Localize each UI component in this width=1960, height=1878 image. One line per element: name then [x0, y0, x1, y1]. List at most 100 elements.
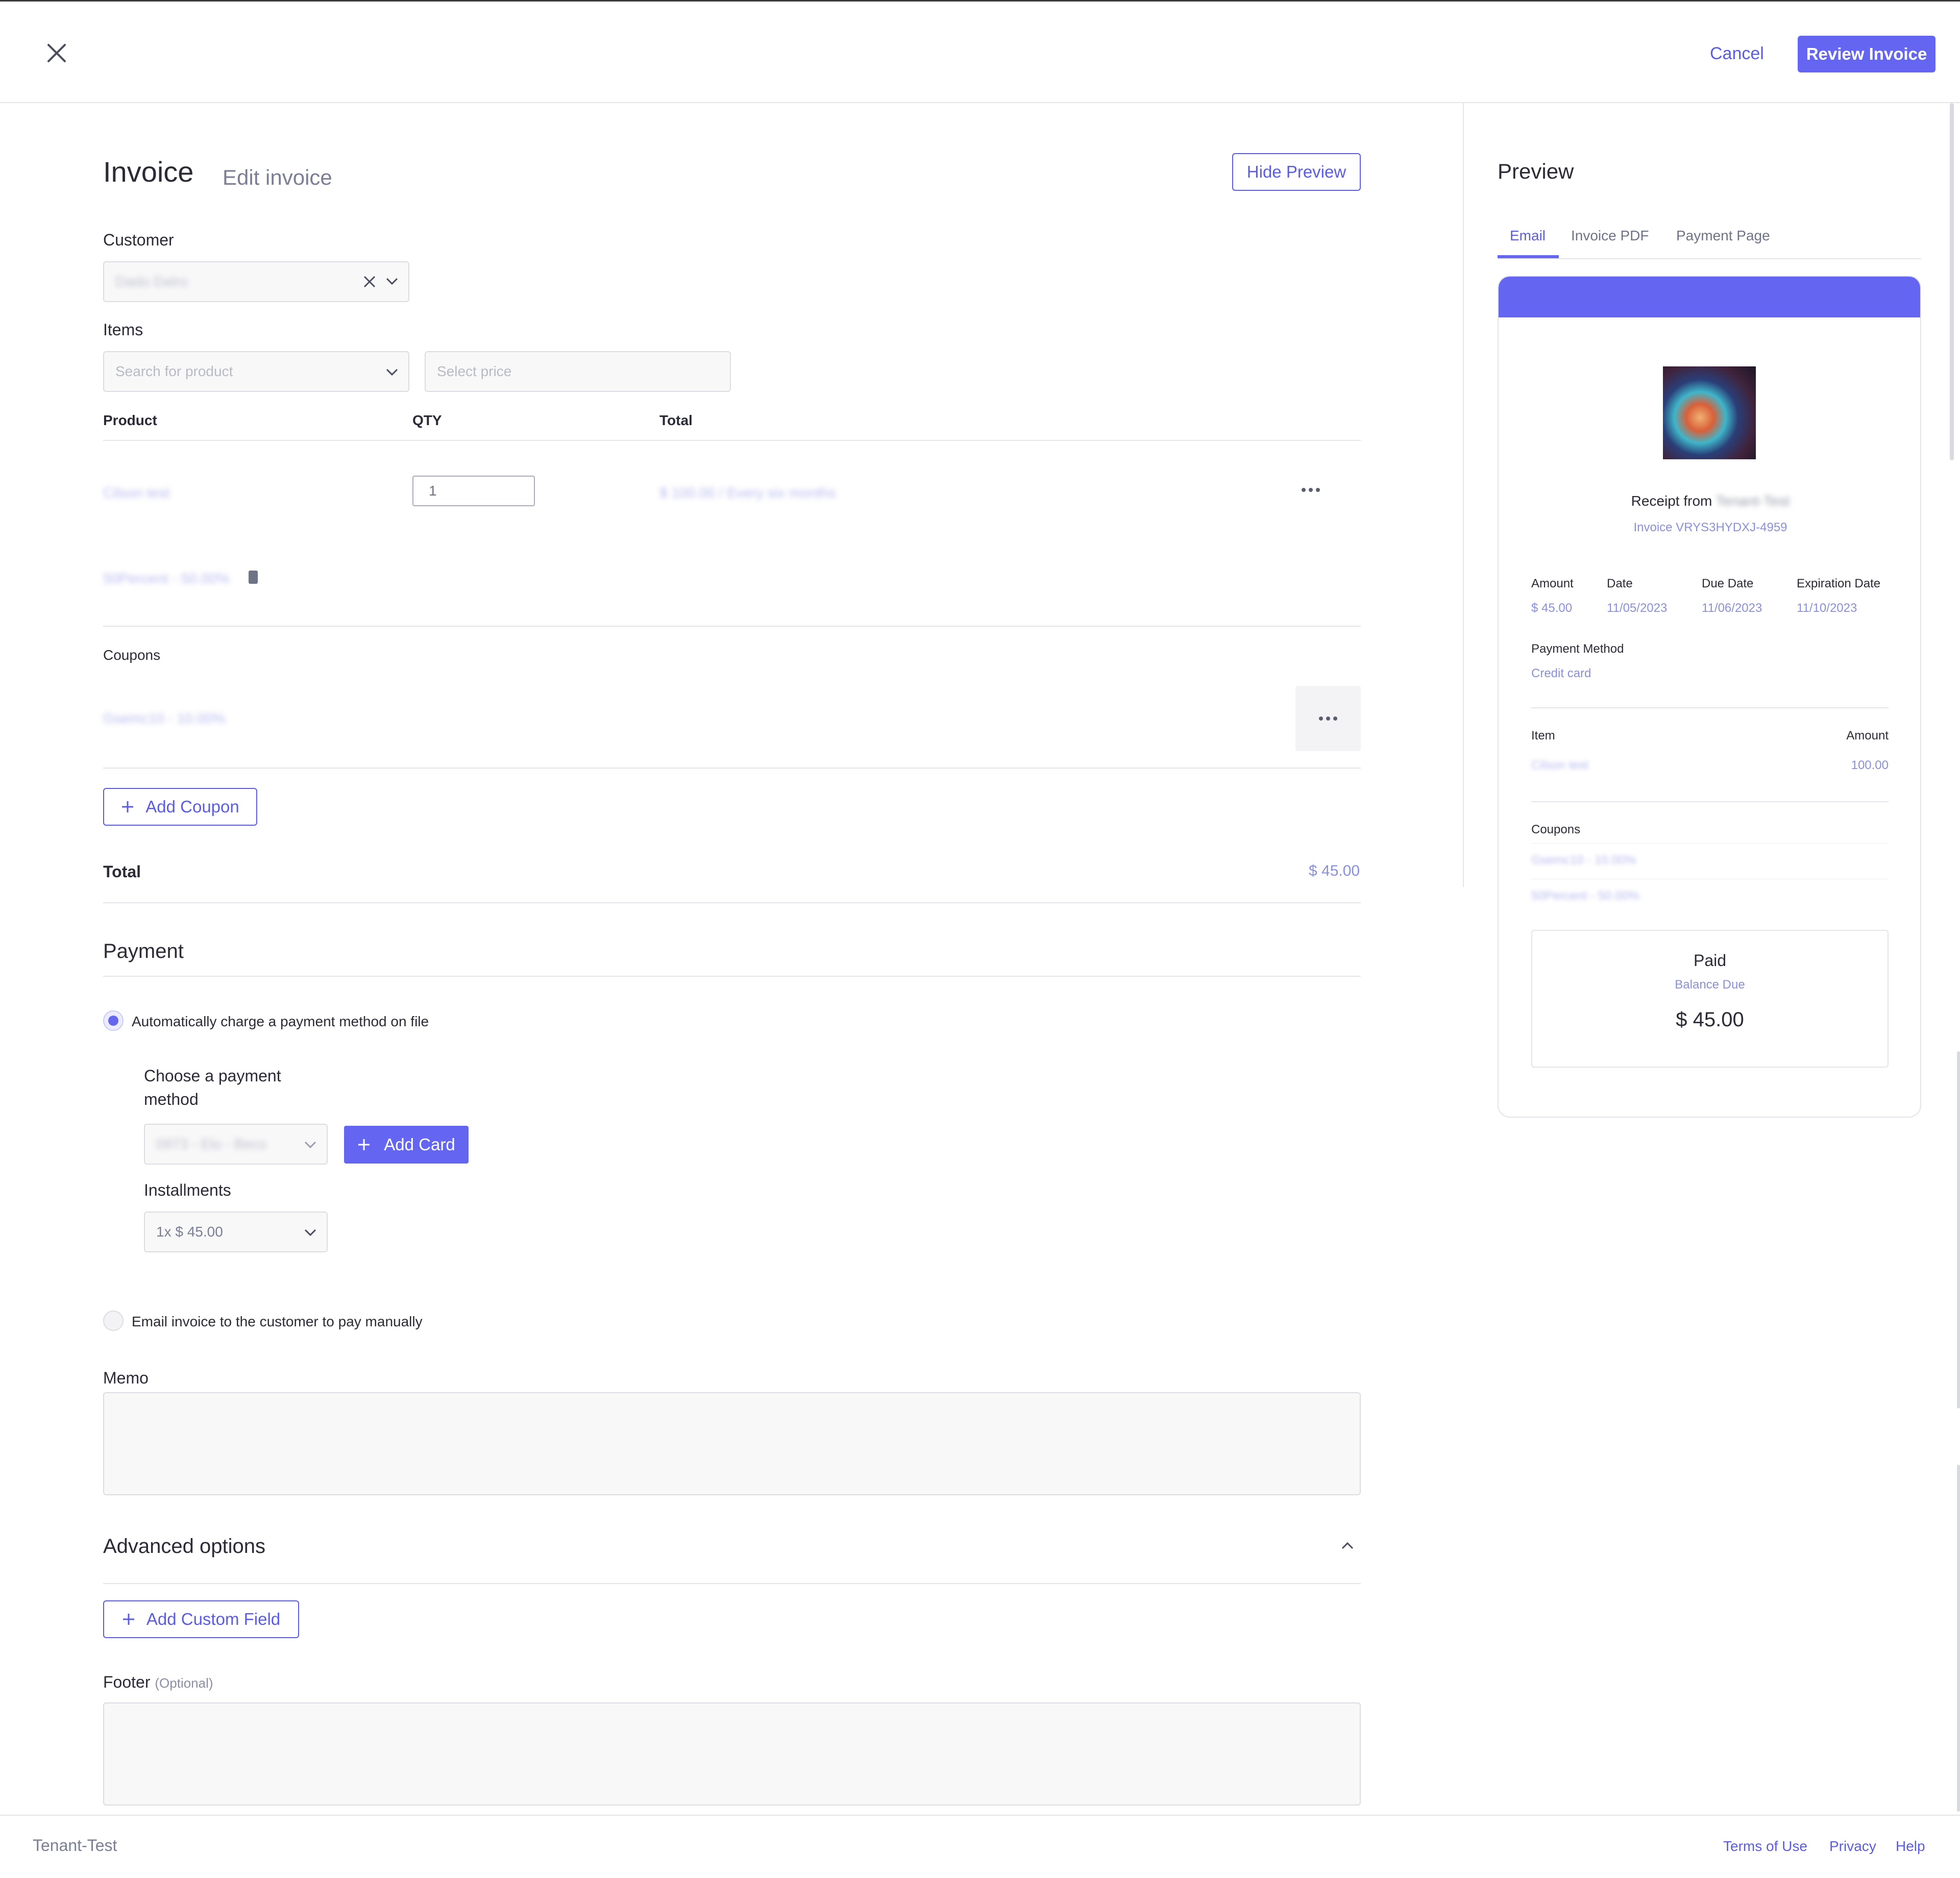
email-manual-radio[interactable]: [103, 1311, 124, 1331]
balance-box: Paid Balance Due $ 45.00: [1531, 930, 1889, 1068]
preview-coupon-2: 50Percent - 50.00%: [1531, 889, 1640, 903]
tenant-logo-image: [1663, 366, 1756, 459]
payment-method-label: Payment Method: [1531, 642, 1624, 656]
review-invoice-button[interactable]: Review Invoice: [1798, 36, 1935, 72]
preview-coupons-label: Coupons: [1531, 823, 1581, 836]
invoice-number: Invoice VRYS3HYDXJ-4959: [1633, 521, 1787, 534]
payment-title: Payment: [103, 940, 184, 962]
preview-coupon-1: Gsemc10 - 10.00%: [1531, 853, 1636, 867]
price-placeholder: Select price: [437, 363, 512, 379]
page-scrollbar-lower[interactable]: [1957, 1465, 1960, 1812]
divider: [103, 768, 1361, 769]
expiration-date-label: Expiration Date: [1797, 577, 1881, 590]
item-more-icon[interactable]: [1295, 480, 1326, 500]
cancel-button[interactable]: Cancel: [1710, 38, 1764, 69]
amount-header: Amount: [1846, 729, 1889, 743]
installments-select[interactable]: 1x $ 45.00: [144, 1212, 328, 1252]
trash-icon[interactable]: [249, 571, 258, 584]
column-total: Total: [659, 412, 693, 428]
divider: [103, 902, 1361, 903]
receipt-from: Receipt from Tenant-Test: [1499, 493, 1920, 509]
active-tab-indicator: [1498, 255, 1559, 258]
divider: [1531, 707, 1889, 708]
preview-tabs: Email Invoice PDF Payment Page: [1498, 223, 1921, 259]
tab-email[interactable]: Email: [1510, 228, 1546, 244]
price-select[interactable]: Select price: [425, 351, 731, 392]
product-search-select[interactable]: Search for product: [103, 351, 409, 392]
divider: [103, 1583, 1361, 1584]
privacy-link[interactable]: Privacy: [1829, 1838, 1876, 1855]
chevron-down-icon: [386, 368, 398, 376]
memo-label: Memo: [103, 1369, 149, 1387]
optional-tag: (Optional): [155, 1675, 213, 1691]
receipt-tenant-name: Tenant-Test: [1716, 493, 1790, 509]
total-label: Total: [103, 862, 141, 881]
preview-item-amount: 100.00: [1851, 758, 1889, 772]
clear-icon[interactable]: [362, 275, 377, 289]
coupon-more-icon[interactable]: [1295, 686, 1361, 751]
preview-scrollbar[interactable]: [1950, 103, 1954, 460]
help-link[interactable]: Help: [1896, 1838, 1925, 1855]
add-coupon-label: Add Coupon: [145, 797, 239, 816]
quantity-input[interactable]: 1: [412, 476, 535, 506]
chevron-down-icon: [304, 1229, 316, 1237]
tab-invoice-pdf[interactable]: Invoice PDF: [1571, 228, 1649, 244]
column-qty: QTY: [412, 412, 442, 428]
email-header-band: [1499, 277, 1920, 317]
email-preview-card: Receipt from Tenant-Test Invoice VRYS3HY…: [1498, 276, 1921, 1118]
customer-label: Customer: [103, 231, 174, 249]
preview-divider: [1463, 103, 1464, 887]
footer-field-label: Footer (Optional): [103, 1673, 213, 1692]
item-product: Cilson test: [103, 485, 170, 501]
add-custom-field-button[interactable]: Add Custom Field: [103, 1600, 299, 1638]
plus-icon: [122, 801, 134, 812]
footer-field-label-text: Footer: [103, 1673, 151, 1691]
amount-label: Amount: [1531, 577, 1574, 590]
payment-method-value: Credit card: [1531, 666, 1591, 680]
page-subtitle: Edit invoice: [223, 165, 332, 189]
coupons-label: Coupons: [103, 647, 161, 663]
expiration-date-value: 11/10/2023: [1797, 601, 1857, 615]
plus-icon: [358, 1139, 370, 1150]
terms-of-use-link[interactable]: Terms of Use: [1723, 1838, 1807, 1855]
balance-due-value: $ 45.00: [1676, 1008, 1744, 1031]
plus-icon: [122, 1614, 134, 1625]
add-card-button[interactable]: Add Card: [344, 1126, 469, 1164]
due-date-label: Due Date: [1702, 577, 1754, 590]
customer-value: Dado Dalro: [115, 274, 188, 289]
date-label: Date: [1607, 577, 1633, 590]
add-coupon-button[interactable]: Add Coupon: [103, 788, 257, 826]
hide-preview-button[interactable]: Hide Preview: [1232, 153, 1361, 191]
divider: [1531, 843, 1889, 844]
page-footer: Tenant-Test Terms of Use Privacy Help: [0, 1815, 1960, 1878]
add-card-label: Add Card: [384, 1135, 455, 1154]
advanced-options-title: Advanced options: [103, 1535, 266, 1558]
divider: [103, 440, 1361, 441]
memo-textarea[interactable]: [103, 1392, 1361, 1495]
close-button[interactable]: [44, 40, 69, 66]
choose-method-label-line2: method: [144, 1090, 199, 1108]
paid-label: Paid: [1693, 951, 1727, 970]
auto-charge-radio[interactable]: [103, 1010, 124, 1031]
chevron-down-icon: [386, 278, 398, 285]
balance-due-label: Balance Due: [1675, 978, 1745, 992]
tab-payment-page[interactable]: Payment Page: [1676, 228, 1770, 244]
payment-method-select[interactable]: 0973 - Elo - Beco: [144, 1124, 328, 1165]
amount-value: $ 45.00: [1531, 601, 1573, 615]
customer-select[interactable]: Dado Dalro: [103, 261, 409, 302]
payment-method-value: 0973 - Elo - Beco: [156, 1136, 267, 1152]
divider: [1531, 801, 1889, 802]
chevron-up-icon[interactable]: [1340, 1540, 1355, 1550]
due-date-value: 11/06/2023: [1702, 601, 1762, 615]
divider: [103, 626, 1361, 627]
receipt-from-label: Receipt from: [1631, 493, 1712, 509]
preview-title: Preview: [1498, 159, 1574, 183]
column-product: Product: [103, 412, 157, 428]
page-scrollbar[interactable]: [1957, 1051, 1960, 1408]
installments-label: Installments: [144, 1181, 231, 1199]
product-search-placeholder: Search for product: [115, 363, 233, 379]
total-value: $ 45.00: [1309, 862, 1360, 879]
items-label: Items: [103, 320, 143, 339]
footer-textarea[interactable]: [103, 1702, 1361, 1806]
email-manual-label: Email invoice to the customer to pay man…: [132, 1314, 423, 1329]
